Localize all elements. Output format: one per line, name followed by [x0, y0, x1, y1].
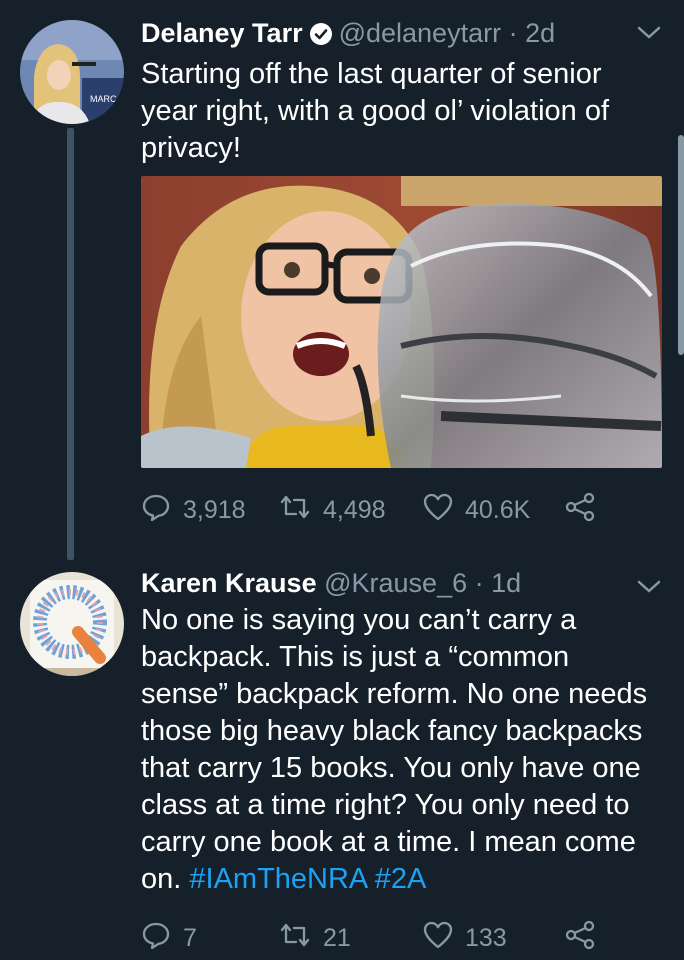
tweet-text: No one is saying you can’t carry a backp…: [141, 602, 656, 898]
verified-badge-icon: [309, 20, 333, 54]
like-count: 40.6K: [465, 496, 531, 524]
tweet-header: Delaney Tarr @delaneytarr · 2d: [141, 16, 555, 54]
author-handle[interactable]: @Krause_6: [324, 568, 467, 598]
avatar[interactable]: MARC: [20, 20, 124, 124]
tweet-actions: 3,918 4,498 40.6K: [141, 492, 607, 529]
retweet-count: 21: [323, 924, 351, 952]
author-name[interactable]: Delaney Tarr: [141, 18, 303, 48]
share-icon: [565, 920, 607, 957]
avatar[interactable]: [20, 572, 124, 676]
retweet-icon: [279, 492, 323, 529]
tweet-time[interactable]: · 1d: [475, 568, 522, 598]
scrollbar[interactable]: [678, 135, 684, 355]
reply-icon: [141, 920, 183, 957]
like-count: 133: [465, 924, 507, 952]
reply-button[interactable]: 7: [141, 920, 279, 957]
like-icon: [423, 493, 465, 528]
tweet-karen-krause[interactable]: Karen Krause @Krause_6 · 1d No one is sa…: [0, 560, 684, 960]
reply-icon: [141, 492, 183, 529]
tweet-header: Karen Krause @Krause_6 · 1d: [141, 566, 521, 600]
reply-button[interactable]: 3,918: [141, 492, 279, 529]
tweet-time[interactable]: · 2d: [509, 18, 556, 48]
tweet-text: Starting off the last quarter of senior …: [141, 58, 610, 164]
author-name[interactable]: Karen Krause: [141, 568, 317, 598]
share-button[interactable]: [565, 920, 607, 957]
retweet-icon: [279, 920, 323, 957]
tweet-actions: 7 21 133: [141, 920, 607, 957]
avatar-sign-text: MARC: [90, 94, 117, 104]
hashtag-link[interactable]: #2A: [375, 863, 427, 895]
share-button[interactable]: [565, 492, 607, 529]
tweet-body: No one is saying you can’t carry a backp…: [141, 604, 648, 895]
like-button[interactable]: 40.6K: [423, 493, 565, 528]
like-icon: [423, 921, 465, 956]
tweet-photo[interactable]: [141, 176, 662, 468]
like-button[interactable]: 133: [423, 921, 565, 956]
retweet-button[interactable]: 21: [279, 920, 423, 957]
author-handle[interactable]: @delaneytarr: [339, 18, 502, 48]
thread-line: [67, 128, 74, 560]
retweet-button[interactable]: 4,498: [279, 492, 423, 529]
hashtag-link[interactable]: #IAmTheNRA: [189, 863, 366, 895]
retweet-count: 4,498: [323, 496, 386, 524]
chevron-down-icon[interactable]: [636, 578, 662, 601]
reply-count: 3,918: [183, 496, 246, 524]
share-icon: [565, 492, 607, 529]
reply-count: 7: [183, 924, 197, 952]
chevron-down-icon[interactable]: [636, 24, 662, 47]
tweet-delaney-tarr[interactable]: MARC Delaney Tarr @delaneytarr · 2d Start…: [0, 0, 684, 560]
